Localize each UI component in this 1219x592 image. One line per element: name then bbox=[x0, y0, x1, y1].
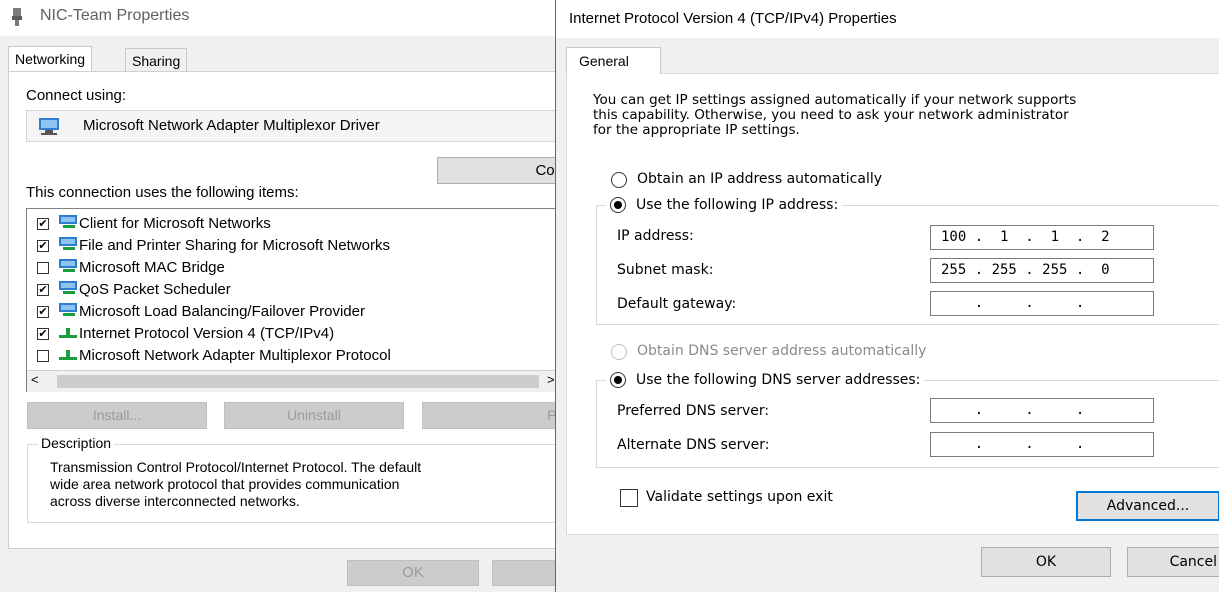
tab-general[interactable]: General bbox=[566, 47, 661, 74]
tab-networking[interactable]: Networking bbox=[8, 46, 93, 72]
default-gateway-field[interactable]: . . . bbox=[930, 291, 1154, 316]
dns-manual-legend: Use the following DNS server addresses: bbox=[606, 370, 925, 390]
network-service-icon bbox=[59, 237, 77, 250]
checkbox-checked[interactable]: ✔ bbox=[37, 306, 49, 318]
scroll-right-arrow-icon[interactable]: > bbox=[547, 372, 555, 387]
uninstall-button[interactable]: Uninstall bbox=[224, 402, 404, 429]
item-label: File and Printer Sharing for Microsoft N… bbox=[79, 237, 390, 254]
items-list[interactable]: ✔ Client for Microsoft Networks ✔ File a… bbox=[26, 208, 620, 392]
default-gateway-label: Default gateway: bbox=[617, 296, 737, 312]
protocol-icon bbox=[59, 328, 77, 338]
ok-button[interactable]: OK bbox=[981, 547, 1111, 577]
ip-manual-radio[interactable] bbox=[610, 197, 626, 213]
dialog-title: Internet Protocol Version 4 (TCP/IPv4) P… bbox=[569, 10, 897, 27]
preferred-dns-field[interactable]: . . . bbox=[930, 398, 1154, 423]
dialog-title: NIC-Team Properties bbox=[40, 7, 190, 24]
item-label: Microsoft Network Adapter Multiplexor Pr… bbox=[79, 347, 391, 364]
checkbox-checked[interactable]: ✔ bbox=[37, 284, 49, 296]
ip-manual-label[interactable]: Use the following IP address: bbox=[636, 195, 838, 215]
ip-auto-label[interactable]: Obtain an IP address automatically bbox=[637, 171, 882, 187]
ip-auto-radio[interactable] bbox=[611, 172, 627, 188]
item-label: QoS Packet Scheduler bbox=[79, 281, 231, 298]
item-label: Microsoft MAC Bridge bbox=[79, 259, 225, 276]
network-service-icon bbox=[59, 281, 77, 294]
subnet-mask-label: Subnet mask: bbox=[617, 262, 714, 278]
cancel-button[interactable]: Cancel bbox=[1127, 547, 1219, 577]
ok-button[interactable]: OK bbox=[347, 560, 479, 586]
ip-address-field[interactable]: 100 . 1 . 1 . 2 bbox=[930, 225, 1154, 250]
validate-label[interactable]: Validate settings upon exit bbox=[646, 489, 833, 505]
advanced-button[interactable]: Advanced... bbox=[1076, 491, 1219, 521]
description-title: Description bbox=[38, 435, 115, 451]
scroll-left-arrow-icon[interactable]: < bbox=[31, 372, 39, 387]
checkbox-unchecked[interactable] bbox=[37, 262, 49, 274]
adapter-box: Microsoft Network Adapter Multiplexor Dr… bbox=[26, 110, 620, 142]
ip-address-label: IP address: bbox=[617, 228, 694, 244]
connect-using-label: Connect using: bbox=[26, 87, 127, 104]
network-client-icon bbox=[59, 215, 77, 228]
network-adapter-icon bbox=[39, 118, 59, 135]
checkbox-checked[interactable]: ✔ bbox=[37, 218, 49, 230]
subnet-mask-field[interactable]: 255 . 255 . 255 . 0 bbox=[930, 258, 1154, 283]
ipv4-properties-dialog: Internet Protocol Version 4 (TCP/IPv4) P… bbox=[555, 0, 1219, 592]
network-adapter-icon bbox=[12, 8, 22, 26]
item-label: Client for Microsoft Networks bbox=[79, 215, 271, 232]
checkbox-checked[interactable]: ✔ bbox=[37, 240, 49, 252]
install-button[interactable]: Install... bbox=[27, 402, 207, 429]
description-text: Transmission Control Protocol/Internet P… bbox=[50, 459, 422, 509]
checkbox-unchecked[interactable] bbox=[37, 350, 49, 362]
items-label: This connection uses the following items… bbox=[26, 184, 299, 201]
intro-text: You can get IP settings assigned automat… bbox=[593, 92, 1077, 138]
item-label: Internet Protocol Version 4 (TCP/IPv4) bbox=[79, 325, 335, 342]
network-service-icon bbox=[59, 303, 77, 316]
dns-manual-radio[interactable] bbox=[610, 372, 626, 388]
dns-auto-label[interactable]: Obtain DNS server address automatically bbox=[637, 343, 926, 359]
protocol-icon bbox=[59, 350, 77, 360]
adapter-name: Microsoft Network Adapter Multiplexor Dr… bbox=[83, 117, 380, 134]
ip-manual-legend: Use the following IP address: bbox=[606, 195, 843, 215]
dns-auto-radio[interactable] bbox=[611, 344, 627, 360]
alternate-dns-label: Alternate DNS server: bbox=[617, 437, 770, 453]
tab-sharing[interactable]: Sharing bbox=[125, 48, 188, 72]
preferred-dns-label: Preferred DNS server: bbox=[617, 403, 770, 419]
validate-checkbox[interactable] bbox=[620, 489, 638, 507]
horizontal-scrollbar[interactable]: < > bbox=[27, 370, 619, 392]
network-service-icon bbox=[59, 259, 77, 272]
scrollbar-thumb[interactable] bbox=[57, 375, 539, 388]
item-label: Microsoft Load Balancing/Failover Provid… bbox=[79, 303, 365, 320]
nic-team-properties-dialog: NIC-Team Properties Networking Sharing C… bbox=[0, 0, 620, 592]
alternate-dns-field[interactable]: . . . bbox=[930, 432, 1154, 457]
checkbox-checked[interactable]: ✔ bbox=[37, 328, 49, 340]
dns-manual-label[interactable]: Use the following DNS server addresses: bbox=[636, 370, 920, 390]
